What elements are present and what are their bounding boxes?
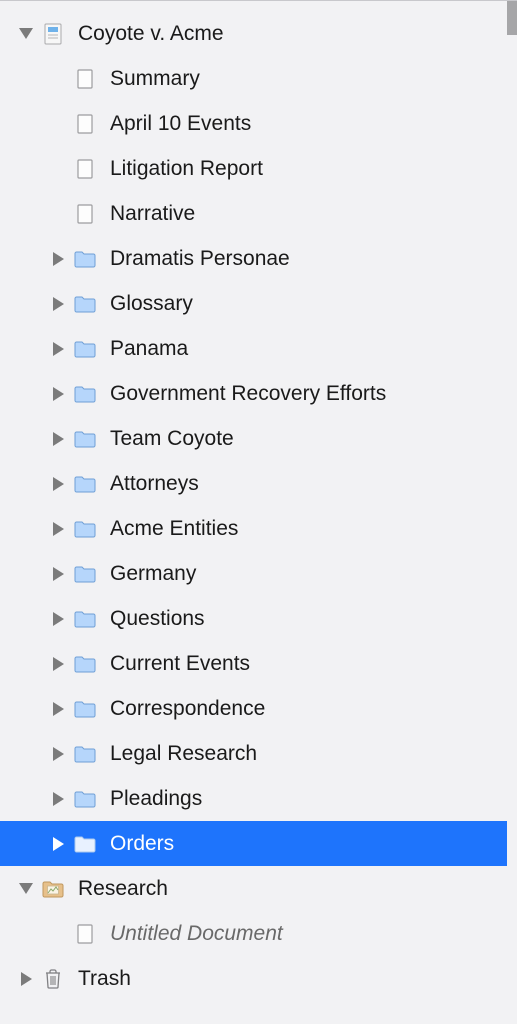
tree-item-doc-label: Litigation Report xyxy=(110,157,507,181)
disclosure-closed-icon[interactable] xyxy=(44,432,72,446)
disclosure-open-icon[interactable] xyxy=(12,28,40,39)
tree-item-folder-label: Panama xyxy=(110,337,507,361)
tree-item-folder-label: Questions xyxy=(110,607,507,631)
document-icon xyxy=(72,921,98,947)
disclosure-closed-icon[interactable] xyxy=(44,387,72,401)
tree-item-folder[interactable]: Glossary xyxy=(0,281,507,326)
tree-item-folder[interactable]: Panama xyxy=(0,326,507,371)
tree-item-folder-label: Orders xyxy=(110,832,507,856)
folder-icon xyxy=(72,471,98,497)
folder-icon xyxy=(72,651,98,677)
disclosure-closed-icon[interactable] xyxy=(44,657,72,671)
tree-item-folder-label: Glossary xyxy=(110,292,507,316)
tree-item-trash-label: Trash xyxy=(78,967,507,991)
disclosure-closed-icon[interactable] xyxy=(44,342,72,356)
tree-item-folder[interactable]: Government Recovery Efforts xyxy=(0,371,507,416)
tree-item-folder[interactable]: Questions xyxy=(0,596,507,641)
tree-item-trash[interactable]: Trash xyxy=(0,956,507,1001)
folder-icon xyxy=(72,831,98,857)
disclosure-closed-icon[interactable] xyxy=(44,792,72,806)
tree-item-doc-label: Narrative xyxy=(110,202,507,226)
disclosure-closed-icon[interactable] xyxy=(12,972,40,986)
tree-item-folder-label: Pleadings xyxy=(110,787,507,811)
research-folder-icon xyxy=(40,876,66,902)
tree-item-folder[interactable]: Orders xyxy=(0,821,507,866)
tree-item-doc[interactable]: April 10 Events xyxy=(0,101,507,146)
tree-item-doc[interactable]: Litigation Report xyxy=(0,146,507,191)
disclosure-closed-icon[interactable] xyxy=(44,477,72,491)
tree-item-root[interactable]: Coyote v. Acme xyxy=(0,11,507,56)
tree-item-doc[interactable]: Untitled Document xyxy=(0,911,507,956)
tree-item-research-label: Research xyxy=(78,877,507,901)
document-icon xyxy=(72,156,98,182)
tree-item-folder[interactable]: Pleadings xyxy=(0,776,507,821)
tree-item-folder-label: Correspondence xyxy=(110,697,507,721)
tree-item-folder[interactable]: Attorneys xyxy=(0,461,507,506)
folder-icon xyxy=(72,786,98,812)
tree-item-folder-label: Germany xyxy=(110,562,507,586)
folder-icon xyxy=(72,696,98,722)
tree-item-folder-label: Legal Research xyxy=(110,742,507,766)
document-icon xyxy=(72,201,98,227)
tree-item-doc-label: Summary xyxy=(110,67,507,91)
disclosure-closed-icon[interactable] xyxy=(44,567,72,581)
tree-item-folder-label: Government Recovery Efforts xyxy=(110,382,507,406)
tree-item-folder[interactable]: Correspondence xyxy=(0,686,507,731)
folder-icon xyxy=(72,741,98,767)
tree-item-doc[interactable]: Summary xyxy=(0,56,507,101)
folder-icon xyxy=(72,426,98,452)
tree-item-folder[interactable]: Dramatis Personae xyxy=(0,236,507,281)
disclosure-closed-icon[interactable] xyxy=(44,612,72,626)
folder-icon xyxy=(72,561,98,587)
disclosure-closed-icon[interactable] xyxy=(44,297,72,311)
tree-item-folder-label: Acme Entities xyxy=(110,517,507,541)
tree-item-doc[interactable]: Narrative xyxy=(0,191,507,236)
tree-item-folder[interactable]: Acme Entities xyxy=(0,506,507,551)
tree-item-folder[interactable]: Team Coyote xyxy=(0,416,507,461)
document-icon xyxy=(72,66,98,92)
disclosure-closed-icon[interactable] xyxy=(44,522,72,536)
binder-outline: Coyote v. Acme Summary April 10 Events Liti… xyxy=(0,0,507,1024)
document-icon xyxy=(72,111,98,137)
tree-item-folder[interactable]: Current Events xyxy=(0,641,507,686)
trash-icon xyxy=(40,966,66,992)
disclosure-closed-icon[interactable] xyxy=(44,837,72,851)
composite-doc-icon xyxy=(40,21,66,47)
tree-item-folder-label: Dramatis Personae xyxy=(110,247,507,271)
tree-item-folder-label: Attorneys xyxy=(110,472,507,496)
disclosure-closed-icon[interactable] xyxy=(44,747,72,761)
scrollbar-thumb[interactable] xyxy=(507,0,517,35)
folder-icon xyxy=(72,246,98,272)
tree-item-root-label: Coyote v. Acme xyxy=(78,22,507,46)
folder-icon xyxy=(72,291,98,317)
folder-icon xyxy=(72,516,98,542)
tree-item-research[interactable]: Research xyxy=(0,866,507,911)
tree-item-folder[interactable]: Legal Research xyxy=(0,731,507,776)
disclosure-closed-icon[interactable] xyxy=(44,252,72,266)
disclosure-closed-icon[interactable] xyxy=(44,702,72,716)
tree-item-doc-label: Untitled Document xyxy=(110,922,507,946)
folder-icon xyxy=(72,606,98,632)
folder-icon xyxy=(72,381,98,407)
tree-item-folder-label: Current Events xyxy=(110,652,507,676)
tree-item-doc-label: April 10 Events xyxy=(110,112,507,136)
disclosure-open-icon[interactable] xyxy=(12,883,40,894)
folder-icon xyxy=(72,336,98,362)
tree-item-folder[interactable]: Germany xyxy=(0,551,507,596)
tree-item-folder-label: Team Coyote xyxy=(110,427,507,451)
